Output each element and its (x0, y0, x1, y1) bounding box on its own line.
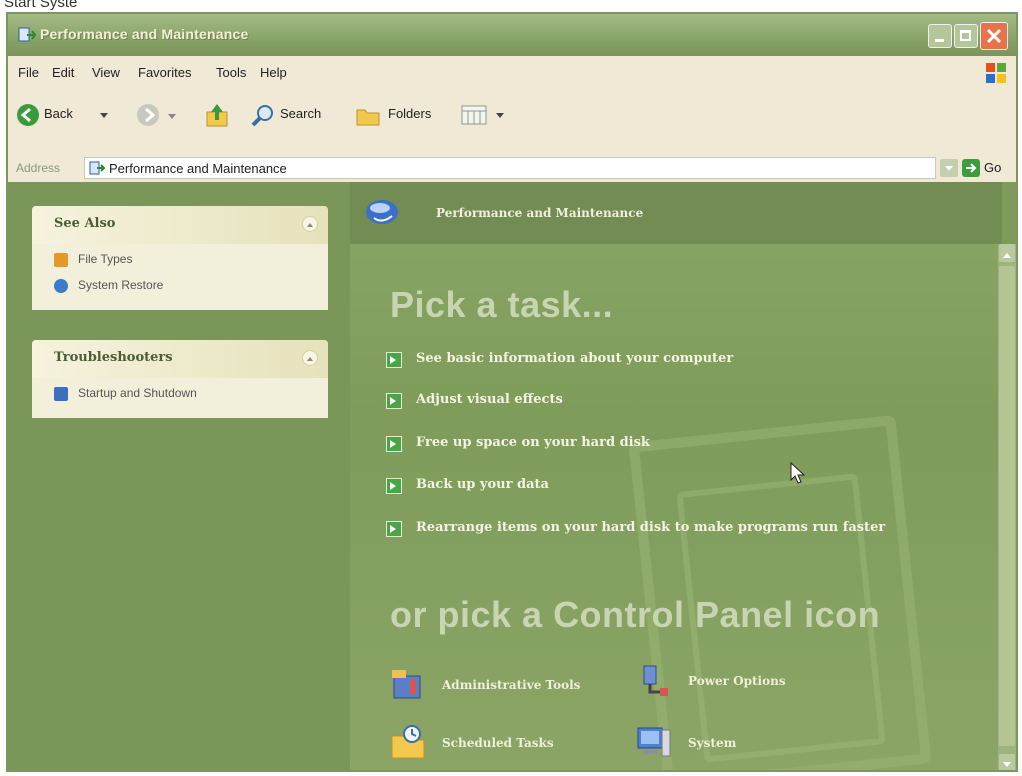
views-dropdown-icon (496, 113, 504, 122)
task-arrow-icon (386, 478, 402, 494)
menu-help[interactable]: Help (260, 65, 287, 80)
search-icon (250, 103, 276, 133)
mouse-cursor-icon (790, 461, 806, 490)
menu-edit[interactable]: Edit (52, 65, 74, 80)
minimize-button[interactable] (928, 24, 952, 48)
toolbar: Back Search Folders (8, 90, 1016, 157)
menu-file[interactable]: File (18, 65, 39, 80)
chevron-down-icon (945, 166, 953, 175)
forward-dropdown-icon[interactable] (168, 114, 176, 123)
address-value: Performance and Maintenance (109, 161, 287, 176)
search-label: Search (280, 106, 322, 121)
scroll-up-button[interactable] (999, 244, 1015, 262)
back-arrow-icon (16, 103, 40, 131)
category-header: Performance and Maintenance (350, 182, 1002, 244)
troubleshooter-item-label: Startup and Shutdown (78, 386, 197, 400)
task-label: See basic information about your compute… (416, 351, 734, 366)
see-also-item-file-types[interactable]: File Types (32, 248, 328, 274)
go-button[interactable]: Go (962, 159, 1012, 179)
troubleshooters-title: Troubleshooters (54, 350, 173, 365)
left-task-pane: See Also File Types System Restore Troub… (8, 182, 350, 770)
file-types-icon (54, 253, 68, 267)
scheduled-tasks-icon (390, 724, 426, 760)
collapse-chevron-icon[interactable] (302, 216, 318, 232)
explorer-window: Performance and Maintenance File Edit Vi… (6, 12, 1018, 772)
help-icon (54, 387, 68, 401)
scroll-down-button[interactable] (999, 754, 1015, 770)
windows-logo-icon (984, 61, 1008, 85)
task-label: Free up space on your hard disk (416, 435, 650, 450)
address-dropdown-button[interactable] (940, 159, 958, 177)
cp-item-label: Scheduled Tasks (442, 736, 554, 750)
see-also-item-system-restore[interactable]: System Restore (32, 274, 328, 300)
task-arrow-icon (386, 436, 402, 452)
menu-bar: File Edit View Favorites Tools Help (8, 56, 1016, 91)
back-label: Back (44, 106, 73, 121)
scroll-thumb[interactable] (999, 266, 1015, 746)
vertical-scrollbar[interactable] (998, 244, 1016, 770)
control-panel-icon-heading: or pick a Control Panel icon (390, 594, 881, 635)
menu-view[interactable]: View (92, 65, 120, 80)
see-also-item-label: File Types (78, 252, 133, 266)
menu-favorites[interactable]: Favorites (138, 65, 191, 80)
address-input[interactable]: Performance and Maintenance (84, 157, 936, 179)
task-arrow-icon (386, 393, 402, 409)
up-folder-icon[interactable] (204, 102, 230, 132)
main-content-pane: Performance and Maintenance Pick a task.… (350, 182, 1002, 770)
collapse-chevron-icon[interactable] (302, 350, 318, 366)
title-bar[interactable]: Performance and Maintenance (8, 14, 1016, 56)
task-arrow-icon (386, 352, 402, 368)
category-title: Performance and Maintenance (436, 206, 644, 220)
folders-label: Folders (388, 106, 432, 121)
see-also-list: File Types System Restore (32, 244, 328, 310)
see-also-header[interactable]: See Also (32, 206, 328, 244)
views-grid-icon (460, 103, 492, 131)
maximize-button[interactable] (954, 24, 978, 48)
address-control-panel-icon (89, 160, 106, 180)
cp-item-label: Power Options (688, 674, 786, 688)
cp-item-label: System (688, 736, 737, 750)
address-bar: Address Performance and Maintenance Go (8, 156, 1016, 182)
administrative-tools-icon (390, 666, 426, 702)
task-arrow-icon (386, 521, 402, 537)
cp-item-label: Administrative Tools (442, 678, 581, 692)
window-title: Performance and Maintenance (40, 26, 249, 42)
top-fragment-text: Start Syste (4, 0, 78, 11)
address-label: Address (16, 161, 61, 175)
system-icon (636, 724, 672, 760)
back-dropdown-icon[interactable] (100, 113, 108, 122)
task-label: Rearrange items on your hard disk to mak… (416, 520, 886, 535)
chevron-down-icon (1003, 762, 1011, 770)
troubleshooters-header[interactable]: Troubleshooters (32, 340, 328, 378)
go-label: Go (984, 160, 1002, 175)
pick-task-heading: Pick a task... (390, 284, 614, 325)
see-also-item-label: System Restore (78, 278, 164, 292)
troubleshooters-panel: Troubleshooters Startup and Shutdown (32, 340, 328, 418)
see-also-title: See Also (54, 216, 116, 231)
close-button[interactable] (980, 22, 1008, 50)
folders-icon (356, 105, 382, 131)
chevron-up-icon (1003, 249, 1011, 258)
performance-maintenance-icon (364, 194, 400, 230)
forward-button[interactable] (136, 103, 160, 131)
troubleshooter-item-startup[interactable]: Startup and Shutdown (32, 382, 328, 408)
system-restore-icon (54, 279, 68, 293)
control-panel-window-icon (18, 26, 37, 44)
task-label: Adjust visual effects (416, 392, 563, 407)
troubleshooters-list: Startup and Shutdown (32, 378, 328, 418)
menu-tools[interactable]: Tools (216, 65, 246, 80)
see-also-panel: See Also File Types System Restore (32, 206, 328, 310)
go-arrow-icon (962, 159, 980, 177)
power-options-icon (636, 662, 672, 698)
task-label: Back up your data (416, 477, 549, 492)
